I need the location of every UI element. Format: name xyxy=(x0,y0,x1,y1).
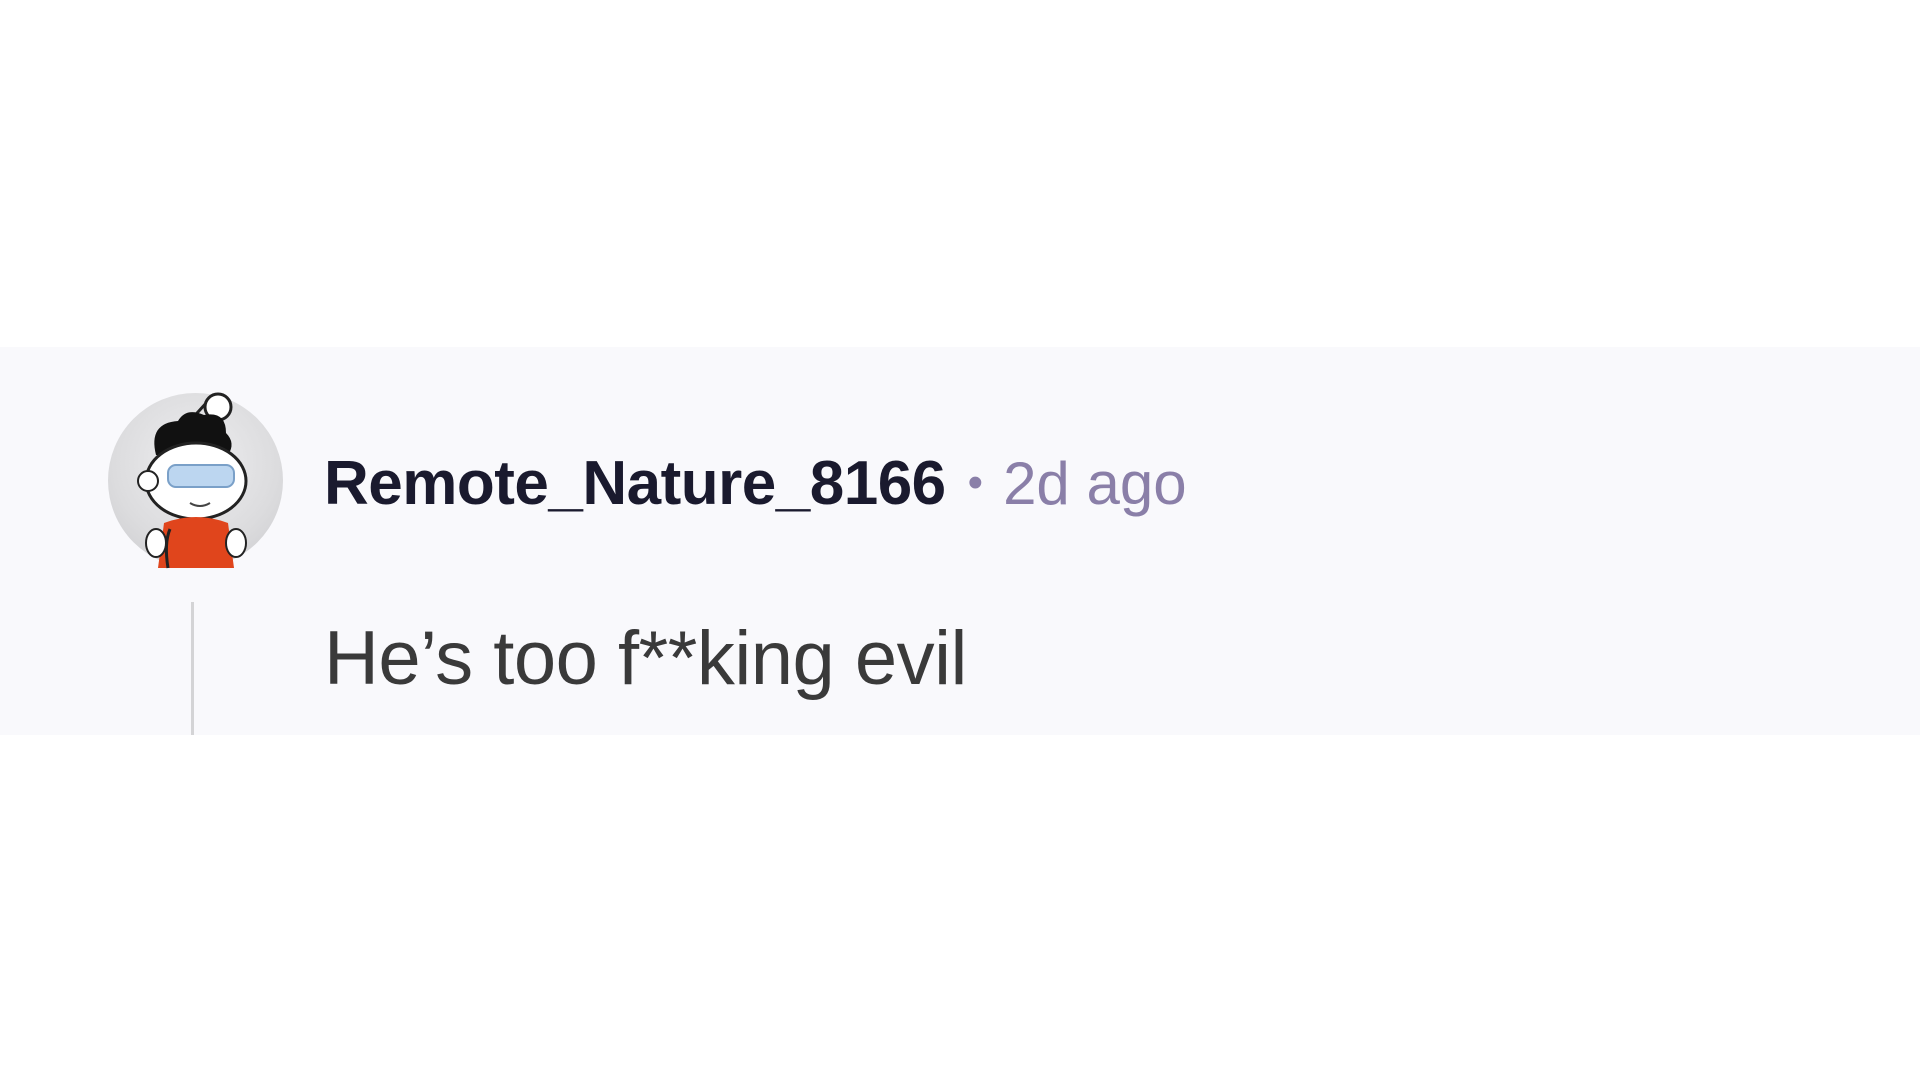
page: Remote_Nature_8166 • 2d ago He’s too f**… xyxy=(0,0,1920,1080)
meta-separator: • xyxy=(967,458,984,507)
username-link[interactable]: Remote_Nature_8166 xyxy=(324,448,946,519)
thread-line[interactable] xyxy=(191,602,194,735)
avatar[interactable] xyxy=(108,392,283,569)
comment-body: He’s too f**king evil xyxy=(324,616,967,701)
reddit-snoo-avatar-icon xyxy=(137,392,248,569)
timestamp[interactable]: 2d ago xyxy=(1003,449,1187,518)
comment-meta: Remote_Nature_8166 • 2d ago xyxy=(324,443,1187,523)
